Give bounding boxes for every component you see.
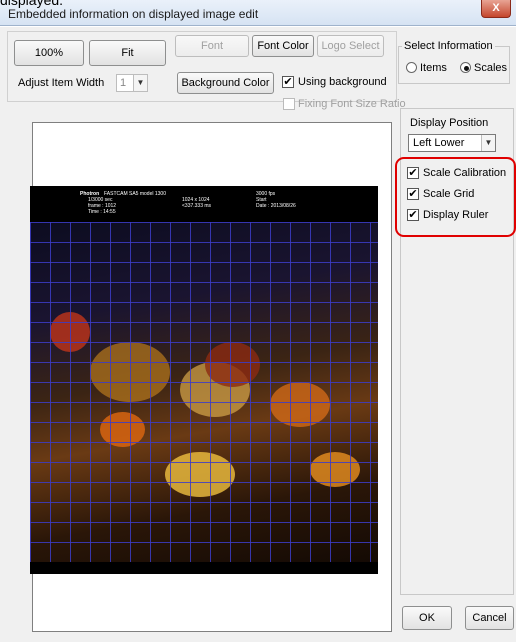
scale-calibration-checkbox[interactable]: ✔	[407, 167, 419, 179]
fixing-font-size-ratio-label: Fixing Font Size Ratio	[298, 98, 406, 110]
logo-select-button[interactable]: Logo Select	[317, 35, 384, 57]
fit-button[interactable]: Fit	[89, 40, 166, 66]
close-button[interactable]: X	[481, 0, 511, 18]
adjust-item-width-select[interactable]: 1 ▼	[116, 74, 148, 92]
overlay-date: Date : 2013/08/26	[256, 203, 296, 209]
caption-text: displayed.	[0, 0, 64, 8]
zoom-100-button[interactable]: 100%	[14, 40, 84, 66]
chevron-down-icon: ▼	[481, 135, 495, 151]
scale-grid-label: Scale Grid	[423, 188, 475, 200]
display-position-value: Left Lower	[413, 137, 465, 149]
font-button[interactable]: Font	[175, 35, 249, 57]
preview-image: Photron FASTCAM SA5 model 1300 1/3000 se…	[30, 186, 378, 574]
scale-ruler-legend: 100.0000mm 1024.0000mm 1024.0000mm 10mm	[34, 582, 70, 612]
overlay-model: FASTCAM SA5 model 1300	[104, 191, 166, 197]
display-ruler-label: Display Ruler	[423, 209, 489, 221]
display-position-select[interactable]: Left Lower ▼	[408, 134, 496, 152]
adjust-item-width-value: 1	[120, 77, 127, 89]
items-radio[interactable]	[406, 62, 417, 73]
cancel-button[interactable]: Cancel	[465, 606, 514, 630]
adjust-item-width-label: Adjust Item Width	[18, 77, 105, 89]
items-radio-label: Items	[420, 62, 447, 74]
using-background-label: Using background	[298, 76, 387, 88]
scales-radio-label: Scales	[474, 62, 508, 74]
scale-line-4: 10mm	[34, 597, 46, 602]
background-color-button[interactable]: Background Color	[177, 72, 274, 94]
radio-selected-dot	[464, 66, 469, 71]
fixing-font-size-ratio-checkbox[interactable]	[283, 98, 295, 110]
select-information-label: Select Information	[402, 40, 495, 52]
display-position-label: Display Position	[410, 117, 489, 129]
ok-button[interactable]: OK	[402, 606, 452, 630]
overlay-info-bar: Photron FASTCAM SA5 model 1300 1/3000 se…	[30, 186, 378, 222]
overlay-time: Time : 14:55	[88, 209, 116, 215]
scales-radio[interactable]	[460, 62, 471, 73]
scale-grid-checkbox[interactable]: ✔	[407, 188, 419, 200]
overlay-time-ms: <337.333 ms	[182, 203, 212, 209]
display-ruler-checkbox[interactable]: ✔	[407, 209, 419, 221]
overlay-footer-bar	[30, 562, 378, 574]
scale-grid-overlay	[30, 222, 378, 562]
scale-calibration-label: Scale Calibration	[423, 167, 507, 179]
chevron-down-icon: ▼	[133, 75, 147, 91]
using-background-checkbox[interactable]: ✔	[282, 76, 294, 88]
font-color-button[interactable]: Font Color	[252, 35, 314, 57]
window-title: Embedded information on displayed image …	[8, 7, 259, 21]
